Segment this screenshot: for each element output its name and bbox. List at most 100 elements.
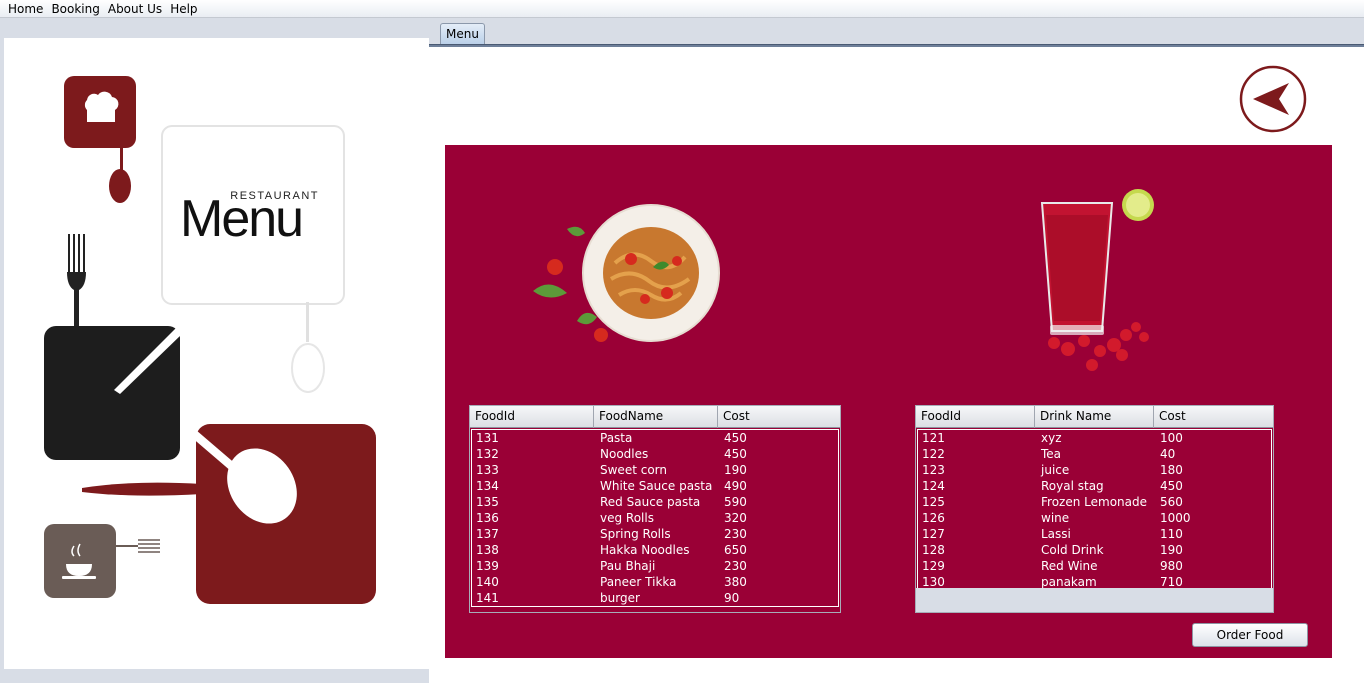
table-cell: 123 — [922, 463, 945, 477]
table-cell: 136 — [476, 511, 499, 525]
table-cell: 127 — [922, 527, 945, 541]
table-cell: 129 — [922, 559, 945, 573]
table-row[interactable]: 127 Lassi 110 — [918, 526, 1271, 542]
table-empty-area — [916, 588, 1273, 612]
table-cell: 138 — [476, 543, 499, 557]
table-row[interactable]: 135 Red Sauce pasta 590 — [472, 494, 838, 510]
table-cell: Royal stag — [1041, 479, 1104, 493]
table-cell: 126 — [922, 511, 945, 525]
table-row[interactable]: 134 White Sauce pasta 490 — [472, 478, 838, 494]
menu-about-us[interactable]: About Us — [104, 1, 166, 17]
column-header-foodname[interactable]: FoodName — [594, 406, 718, 428]
table-cell: 560 — [1160, 495, 1183, 509]
table-row[interactable]: 132 Noodles 450 — [472, 446, 838, 462]
table-cell: 90 — [724, 591, 740, 605]
table-cell: 980 — [1160, 559, 1183, 573]
food-table-header: FoodId FoodName Cost — [470, 406, 840, 428]
restaurant-menu-cover: RESTAURANT Menu — [4, 38, 429, 669]
table-cell: 450 — [724, 447, 747, 461]
tab-menu[interactable]: Menu — [440, 23, 485, 45]
table-cell: 230 — [724, 559, 747, 573]
table-cell: Noodles — [600, 447, 649, 461]
table-cell: 450 — [724, 431, 747, 445]
table-cell: 190 — [1160, 543, 1183, 557]
food-table-body: 131 Pasta 450 132 Noodles 450 133 Sweet corn 190… — [471, 429, 839, 607]
drink-table-header: FoodId Drink Name Cost — [916, 406, 1273, 428]
svg-text:Menu: Menu — [180, 190, 302, 248]
column-header-foodid[interactable]: FoodId — [916, 406, 1035, 428]
table-cell: Red Sauce pasta — [600, 495, 701, 509]
table-row[interactable]: 133 Sweet corn 190 — [472, 462, 838, 478]
table-cell: 180 — [1160, 463, 1183, 477]
table-row[interactable]: 131 Pasta 450 — [472, 430, 838, 446]
table-cell: 1000 — [1160, 511, 1191, 525]
table-cell: Frozen Lemonade — [1041, 495, 1147, 509]
table-row[interactable]: 123 juice 180 — [918, 462, 1271, 478]
table-row[interactable]: 140 Paneer Tikka 380 — [472, 574, 838, 590]
food-table: FoodId FoodName Cost 131 Pasta 450 132 Noodl… — [469, 405, 841, 613]
table-row[interactable]: 125 Frozen Lemonade 560 — [918, 494, 1271, 510]
column-header-cost[interactable]: Cost — [718, 406, 840, 428]
drink-table: FoodId Drink Name Cost 121 xyz 100 122 Tea 40… — [915, 405, 1274, 613]
table-cell: wine — [1041, 511, 1070, 525]
table-row[interactable]: 139 Pau Bhaji 230 — [472, 558, 838, 574]
table-cell: 380 — [724, 575, 747, 589]
column-header-foodid[interactable]: FoodId — [470, 406, 594, 428]
table-row[interactable]: 136 veg Rolls 320 — [472, 510, 838, 526]
table-cell: 124 — [922, 479, 945, 493]
column-header-drink-name[interactable]: Drink Name — [1035, 406, 1154, 428]
knife-plate-icon — [44, 326, 182, 460]
menu-bar: Home Booking About Us Help — [0, 0, 1364, 18]
chef-hat-icon — [64, 76, 136, 203]
table-cell: 139 — [476, 559, 499, 573]
table-cell: Hakka Noodles — [600, 543, 690, 557]
drink-table-body: 121 xyz 100 122 Tea 40 123 juice 180 124 Royal sta… — [917, 429, 1272, 591]
table-row[interactable]: 138 Hakka Noodles 650 — [472, 542, 838, 558]
table-cell: veg Rolls — [600, 511, 654, 525]
menu-help[interactable]: Help — [166, 1, 201, 17]
table-cell: Paneer Tikka — [600, 575, 677, 589]
table-row[interactable]: 128 Cold Drink 190 — [918, 542, 1271, 558]
table-cell: xyz — [1041, 431, 1062, 445]
table-cell: 320 — [724, 511, 747, 525]
back-arrow-icon[interactable] — [1239, 65, 1307, 133]
table-cell: 490 — [724, 479, 747, 493]
table-cell: Tea — [1041, 447, 1062, 461]
fork-icon — [67, 234, 86, 330]
table-cell: 134 — [476, 479, 499, 493]
table-row[interactable]: 122 Tea 40 — [918, 446, 1271, 462]
table-cell: 40 — [1160, 447, 1176, 461]
menu-cover-illustration: RESTAURANT Menu — [44, 76, 376, 604]
table-cell: 650 — [724, 543, 747, 557]
order-food-button[interactable]: Order Food — [1192, 623, 1308, 647]
table-row[interactable]: 129 Red Wine 980 — [918, 558, 1271, 574]
table-cell: 135 — [476, 495, 499, 509]
table-cell: Spring Rolls — [600, 527, 671, 541]
table-cell: White Sauce pasta — [600, 479, 713, 493]
table-cell: Pau Bhaji — [600, 559, 656, 573]
tab-strip: Menu — [429, 18, 1364, 47]
table-row[interactable]: 137 Spring Rolls 230 — [472, 526, 838, 542]
menu-panel: FoodId FoodName Cost 131 Pasta 450 132 Noodl… — [445, 145, 1332, 658]
table-cell: 128 — [922, 543, 945, 557]
table-cell: 230 — [724, 527, 747, 541]
table-cell: Sweet corn — [600, 463, 667, 477]
column-header-cost[interactable]: Cost — [1154, 406, 1273, 428]
table-cell: 100 — [1160, 431, 1183, 445]
table-row[interactable]: 124 Royal stag 450 — [918, 478, 1271, 494]
table-cell: 122 — [922, 447, 945, 461]
red-drink-glass-image — [1040, 189, 1154, 371]
table-cell: burger — [600, 591, 640, 605]
table-cell: Red Wine — [1041, 559, 1098, 573]
menu-home[interactable]: Home — [4, 1, 47, 17]
menu-booking[interactable]: Booking — [47, 1, 103, 17]
table-row[interactable]: 141 burger 90 — [472, 590, 838, 606]
table-row[interactable]: 126 wine 1000 — [918, 510, 1271, 526]
table-cell: 140 — [476, 575, 499, 589]
table-cell: Cold Drink — [1041, 543, 1104, 557]
table-row[interactable]: 121 xyz 100 — [918, 430, 1271, 446]
table-cell: 110 — [1160, 527, 1183, 541]
table-cell: 590 — [724, 495, 747, 509]
menu-tab-content: FoodId FoodName Cost 131 Pasta 450 132 Noodl… — [429, 47, 1364, 683]
table-cell: 131 — [476, 431, 499, 445]
